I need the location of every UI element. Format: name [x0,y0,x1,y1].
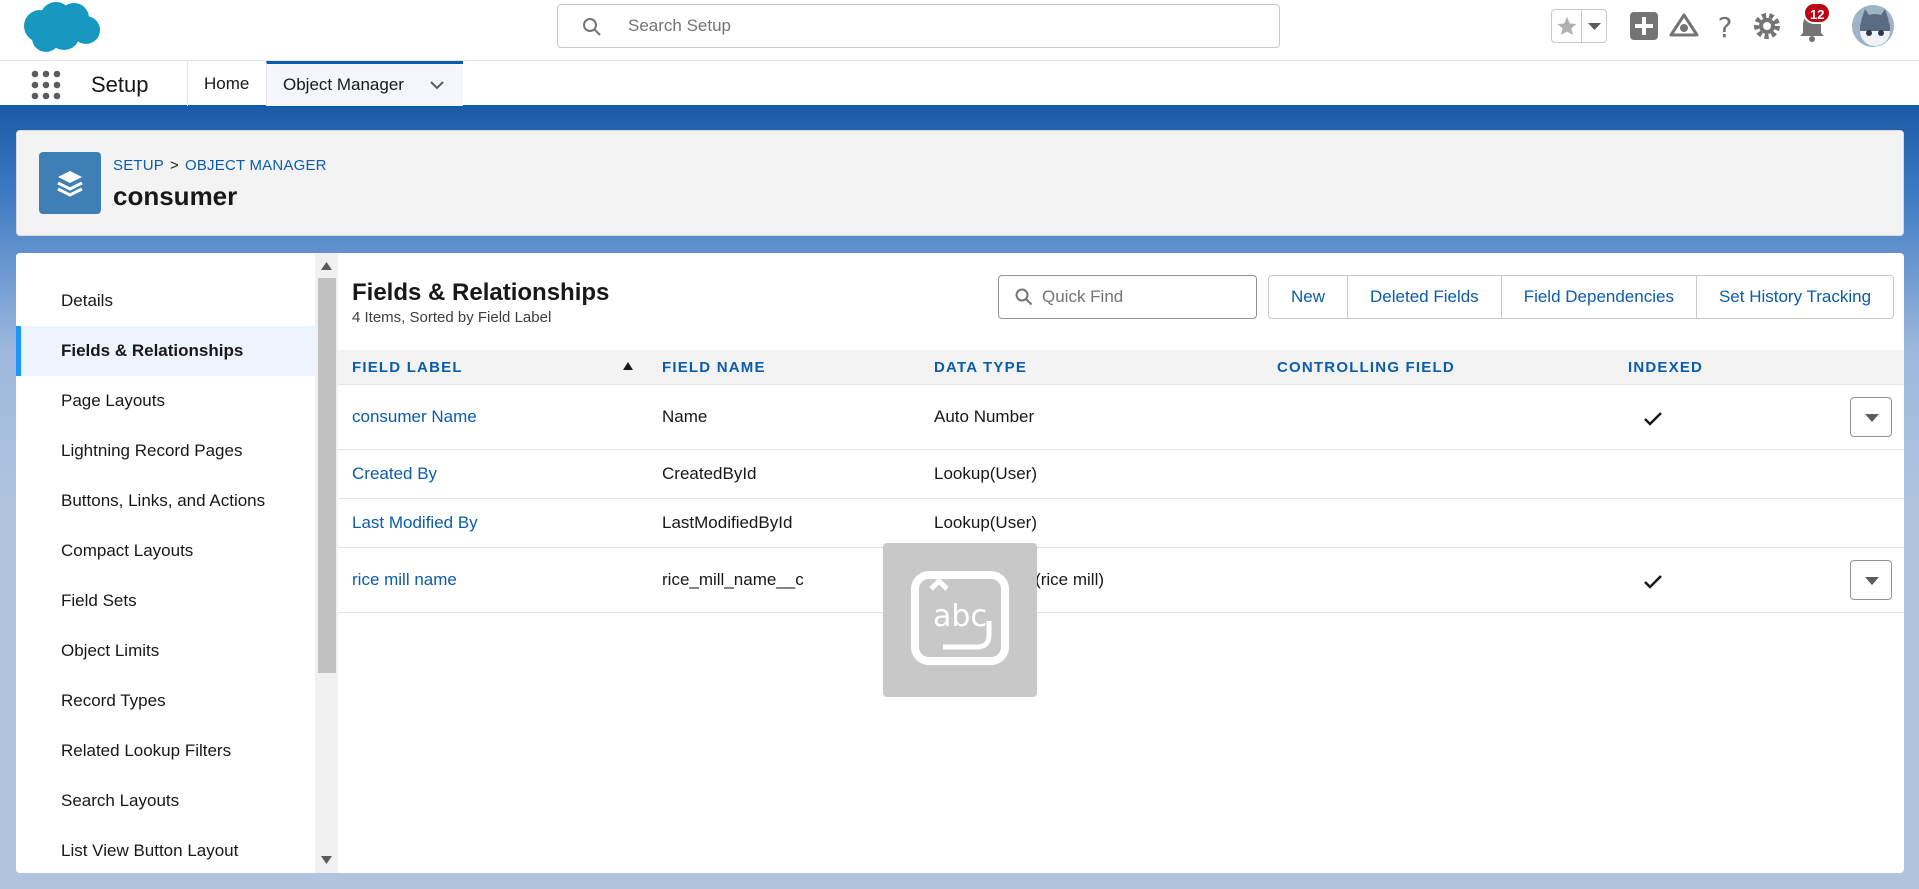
tab-object-manager[interactable]: Object Manager [266,61,463,106]
section-subtitle: 4 Items, Sorted by Field Label [352,309,552,326]
field-name-cell: rice_mill_name__c [662,570,804,589]
search-icon [583,18,601,36]
quick-find-input[interactable]: Quick Find [998,275,1257,319]
sidebar-scrollbar[interactable] [315,253,338,873]
tab-home[interactable]: Home [187,61,266,106]
object-icon [39,152,101,214]
field-label-link[interactable]: consumer Name [352,407,477,427]
avatar-icon [1860,9,1890,46]
setup-gear-icon[interactable] [1750,9,1784,43]
column-header-field-label[interactable]: FIELD LABEL [352,350,463,385]
action-button-group: New Deleted Fields Field Dependencies Se… [1268,275,1895,319]
touch-keyboard-overlay[interactable]: abc [883,543,1037,697]
tab-object-manager-label: Object Manager [283,75,404,94]
favorites-group [1551,9,1607,43]
table-row: rice mill name rice_mill_name__c Master-… [338,548,1904,613]
column-header-indexed[interactable]: INDEXED [1628,350,1703,385]
data-type-cell: Lookup(User) [934,513,1037,532]
help-icon[interactable]: ? [1708,9,1742,43]
global-actions-add-icon[interactable] [1627,9,1661,43]
chevron-down-icon [1865,414,1879,422]
sidebar-item-lightning-record-pages[interactable]: Lightning Record Pages [16,426,315,476]
fields-relationships-panel: Fields & Relationships 4 Items, Sorted b… [338,253,1904,873]
deleted-fields-button[interactable]: Deleted Fields [1348,276,1502,318]
chevron-down-icon [1865,577,1879,585]
sidebar-item-field-sets[interactable]: Field Sets [16,576,315,626]
app-launcher-icon[interactable] [30,69,62,101]
scrollbar-thumb[interactable] [318,278,336,673]
set-history-tracking-button[interactable]: Set History Tracking [1697,276,1893,318]
breadcrumb: SETUP > OBJECT MANAGER [113,157,327,174]
indexed-check-icon [1644,412,1662,426]
keyboard-abc-icon: abc [911,571,1009,665]
field-name-cell: LastModifiedById [662,513,793,532]
notification-count-badge: 12 [1803,2,1832,24]
sidebar-item-object-limits[interactable]: Object Limits [16,626,315,676]
star-icon [1557,17,1577,35]
data-type-cell: Lookup(User) [934,464,1037,483]
global-header: Search Setup ? 12 [0,0,1919,60]
table-row: Last Modified By LastModifiedById Lookup… [338,499,1904,548]
global-search[interactable]: Search Setup [557,4,1280,48]
indexed-check-icon [1644,575,1662,589]
tab-home-label: Home [204,74,250,93]
scroll-down-arrow-icon[interactable] [320,855,333,865]
field-name-cell: Name [662,407,708,426]
breadcrumb-object-manager[interactable]: OBJECT MANAGER [185,157,327,174]
row-actions-menu-button[interactable] [1850,560,1892,600]
favorites-dropdown-button[interactable] [1582,10,1607,42]
field-label-link[interactable]: rice mill name [352,570,457,590]
breadcrumb-setup[interactable]: SETUP [113,157,164,174]
sidebar-item-page-layouts[interactable]: Page Layouts [16,376,315,426]
section-title: Fields & Relationships [352,279,610,306]
search-icon [1015,288,1033,306]
sort-ascending-icon [623,362,633,370]
breadcrumb-separator: > [170,157,179,174]
search-placeholder: Search Setup [628,16,732,35]
sidebar-item-details[interactable]: Details [16,276,315,326]
sidebar-item-list-view-button-layout[interactable]: List View Button Layout [16,826,315,873]
field-label-link[interactable]: Last Modified By [352,513,478,533]
row-actions-menu-button[interactable] [1850,397,1892,437]
trailhead-guidance-icon[interactable] [1667,9,1701,43]
table-header: FIELD LABEL FIELD NAME DATA TYPE CONTROL… [338,350,1904,385]
salesforce-logo[interactable] [20,0,102,54]
field-dependencies-button[interactable]: Field Dependencies [1502,276,1697,318]
page-title: consumer [113,181,238,211]
quick-find-placeholder: Quick Find [1042,287,1124,306]
sidebar-item-record-types[interactable]: Record Types [16,676,315,726]
field-label-link[interactable]: Created By [352,464,437,484]
favorite-star-button[interactable] [1552,10,1582,42]
chevron-down-icon [1588,23,1601,30]
column-header-controlling-field[interactable]: CONTROLLING FIELD [1277,350,1455,385]
new-button[interactable]: New [1269,276,1349,318]
sidebar-item-search-layouts[interactable]: Search Layouts [16,776,315,826]
field-name-cell: CreatedById [662,464,757,483]
sidebar-item-buttons-links-actions[interactable]: Buttons, Links, and Actions [16,476,315,526]
layers-icon [57,171,83,197]
app-navigation-bar: Setup Home Object Manager [0,60,1919,108]
sidebar-item-fields-relationships[interactable]: Fields & Relationships [16,326,315,376]
sidebar-item-compact-layouts[interactable]: Compact Layouts [16,526,315,576]
column-header-data-type[interactable]: DATA TYPE [934,350,1027,385]
column-header-field-name[interactable]: FIELD NAME [662,350,766,385]
app-name: Setup [91,72,149,97]
object-page-header: SETUP > OBJECT MANAGER consumer [16,130,1904,236]
sidebar-item-related-lookup-filters[interactable]: Related Lookup Filters [16,726,315,776]
svg-text:?: ? [1718,11,1733,43]
scroll-up-arrow-icon[interactable] [320,261,333,271]
overlay-label: abc [933,599,987,634]
object-sidebar: Details Fields & Relationships Page Layo… [16,253,315,873]
table-row: consumer Name Name Auto Number [338,385,1904,450]
table-row: Created By CreatedById Lookup(User) [338,450,1904,499]
chevron-down-icon[interactable] [429,79,445,91]
user-avatar[interactable] [1850,3,1896,49]
data-type-cell: Auto Number [934,407,1035,426]
